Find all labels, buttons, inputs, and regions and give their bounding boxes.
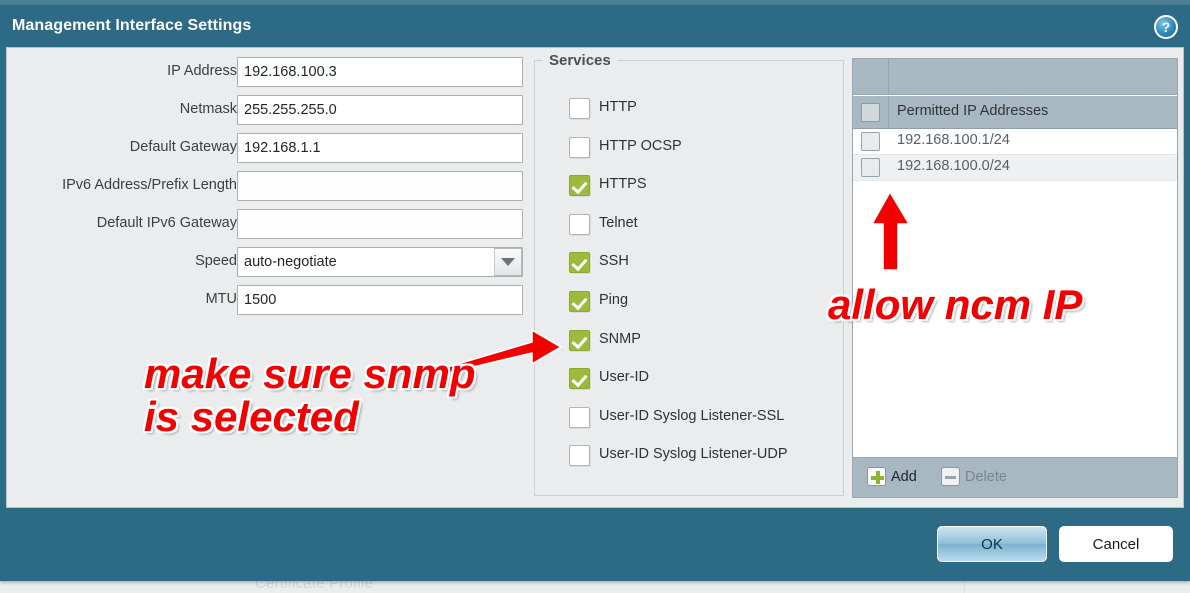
service-row-ping[interactable]: Ping — [537, 286, 837, 325]
service-row-ssh[interactable]: SSH — [537, 247, 837, 286]
form-row-mtu: MTU 1500 — [7, 282, 529, 320]
label-default-gateway: Default Gateway — [129, 139, 237, 155]
service-row-user-id[interactable]: User-ID — [537, 363, 837, 402]
annotation-snmp-note: make sure snmp is selected — [144, 350, 476, 441]
network-settings-form: IP Address 192.168.100.3 Netmask 255.255… — [7, 54, 529, 320]
table-row[interactable]: 192.168.100.1/24 — [853, 129, 1177, 155]
delete-button[interactable]: Delete — [941, 467, 1007, 486]
service-row-https[interactable]: HTTPS — [537, 170, 837, 209]
form-row-default-ipv6-gateway: Default IPv6 Gateway — [7, 206, 529, 244]
dialog-title: Management Interface Settings — [12, 17, 252, 34]
label-mtu: MTU — [205, 291, 237, 307]
form-row-netmask: Netmask 255.255.255.0 — [7, 92, 529, 130]
service-label-http-ocsp: HTTP OCSP — [599, 137, 682, 154]
permitted-ip-toolbar: Add Delete — [853, 457, 1177, 497]
checkbox-user-id[interactable] — [569, 368, 590, 390]
service-row-telnet[interactable]: Telnet — [537, 209, 837, 248]
service-row-user-id-syslog-udp[interactable]: User-ID Syslog Listener-UDP — [537, 440, 837, 479]
checkbox-telnet[interactable] — [569, 213, 590, 235]
checkbox-row-1[interactable] — [861, 158, 880, 177]
checkbox-ping[interactable] — [569, 290, 590, 312]
netmask-input[interactable]: 255.255.255.0 — [237, 95, 523, 125]
service-row-http[interactable]: HTTP — [537, 93, 837, 132]
services-legend: Services — [543, 52, 617, 69]
ip-address-input[interactable]: 192.168.100.3 — [237, 57, 523, 87]
form-row-default-gateway: Default Gateway 192.168.1.1 — [7, 130, 529, 168]
row-value-1: 192.168.100.0/24 — [897, 158, 1010, 174]
help-circle-icon[interactable]: ? — [1154, 15, 1178, 39]
service-label-telnet: Telnet — [599, 214, 638, 231]
dialog-titlebar: Management Interface Settings ? — [0, 5, 1190, 47]
checkbox-http[interactable] — [569, 98, 590, 119]
permitted-ip-rows: 192.168.100.1/24 192.168.100.0/24 — [853, 129, 1177, 181]
column-separator — [888, 96, 889, 128]
permitted-ip-top-bar — [853, 59, 1177, 95]
label-default-ipv6-gateway: Default IPv6 Gateway — [96, 215, 237, 231]
checkbox-select-all[interactable] — [861, 103, 880, 122]
form-row-ipv6-address: IPv6 Address/Prefix Length — [7, 168, 529, 206]
checkbox-http-ocsp[interactable] — [569, 136, 590, 158]
services-list: HTTP HTTP OCSP HTTPS Telnet SSH Ping SNM… — [537, 93, 837, 479]
delete-button-label: Delete — [965, 468, 1007, 485]
screenshot-root: Certificate Profile Management Interface… — [0, 0, 1190, 593]
default-ipv6-gateway-input[interactable] — [237, 209, 523, 239]
checkbox-row-0[interactable] — [861, 132, 880, 151]
checkbox-user-id-syslog-listener-ssl[interactable] — [569, 406, 590, 428]
add-button[interactable]: Add — [867, 467, 917, 486]
form-row-ip-address: IP Address 192.168.100.3 — [7, 54, 529, 92]
service-row-snmp[interactable]: SNMP — [537, 325, 837, 364]
service-row-user-id-syslog-ssl[interactable]: User-ID Syslog Listener-SSL — [537, 402, 837, 441]
plus-icon — [867, 467, 886, 486]
add-button-label: Add — [891, 468, 917, 485]
cancel-button[interactable]: Cancel — [1059, 526, 1173, 562]
service-row-http-ocsp[interactable]: HTTP OCSP — [537, 132, 837, 171]
arrow-up-icon — [871, 191, 910, 271]
service-label-snmp: SNMP — [599, 330, 641, 347]
checkbox-snmp[interactable] — [569, 329, 590, 351]
service-label-user-id-syslog-listener-ssl: User-ID Syslog Listener-SSL — [599, 407, 785, 424]
ipv6-address-prefix-length-input[interactable] — [237, 171, 523, 201]
checkbox-ssh[interactable] — [569, 252, 590, 274]
column-separator — [888, 59, 889, 95]
form-row-speed: Speed auto-negotiate — [7, 244, 529, 282]
label-ipv6-address-prefix-length: IPv6 Address/Prefix Length — [62, 177, 237, 193]
label-netmask: Netmask — [179, 101, 237, 117]
permitted-ip-column-header: Permitted IP Addresses — [853, 96, 1177, 129]
service-label-ping: Ping — [599, 291, 629, 308]
checkbox-user-id-syslog-listener-udp[interactable] — [569, 445, 590, 467]
permitted-ip-addresses-panel: Permitted IP Addresses 192.168.100.1/24 … — [852, 58, 1178, 498]
service-label-ssh: SSH — [599, 253, 629, 270]
table-row[interactable]: 192.168.100.0/24 — [853, 155, 1177, 181]
column-header-label: Permitted IP Addresses — [897, 103, 1049, 119]
service-label-http: HTTP — [599, 99, 637, 115]
label-speed: Speed — [195, 253, 237, 269]
checkbox-https[interactable] — [569, 175, 590, 197]
default-gateway-input[interactable]: 192.168.1.1 — [237, 133, 523, 163]
mtu-input[interactable]: 1500 — [237, 285, 523, 315]
row-value-0: 192.168.100.1/24 — [897, 132, 1010, 148]
speed-select[interactable]: auto-negotiate — [237, 247, 523, 277]
chevron-down-icon[interactable] — [494, 248, 522, 276]
service-label-user-id: User-ID — [599, 369, 649, 386]
annotation-ncm-note: allow ncm IP — [828, 281, 1083, 328]
service-label-https: HTTPS — [599, 176, 647, 193]
ok-button[interactable]: OK — [937, 526, 1047, 562]
label-ip-address: IP Address — [167, 63, 237, 79]
minus-icon — [941, 467, 960, 486]
service-label-user-id-syslog-listener-udp: User-ID Syslog Listener-UDP — [599, 446, 788, 463]
